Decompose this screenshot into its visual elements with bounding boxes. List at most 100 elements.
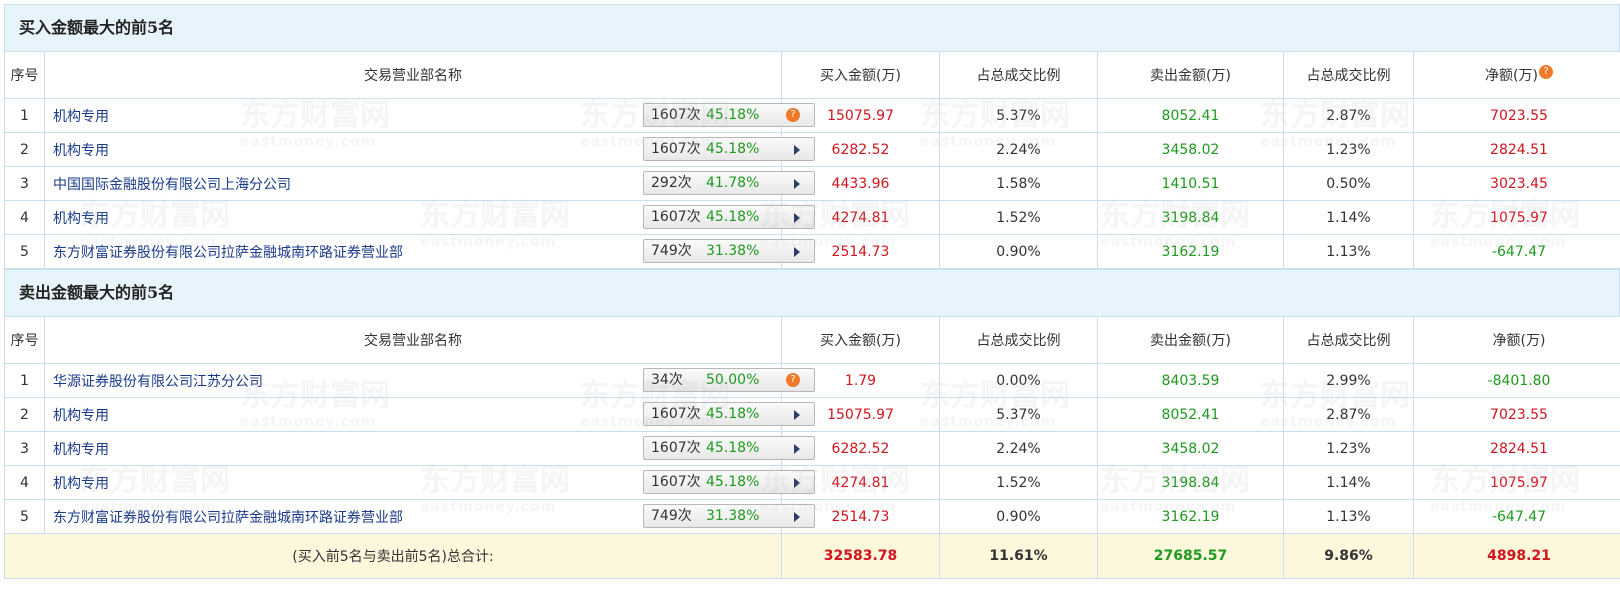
- branch-stats-button[interactable]: 1607次 45.18%: [643, 205, 815, 229]
- question-circle-icon[interactable]: ?: [786, 373, 800, 387]
- triangle-right-icon[interactable]: [794, 145, 800, 155]
- sell-ratio: 1.13%: [1283, 234, 1414, 269]
- col-buy-amount: 买入金额(万): [781, 51, 940, 99]
- buy-ratio: 0.00%: [939, 363, 1098, 398]
- branch-cell: 中国国际金融股份有限公司上海分公司 292次 41.78%: [44, 166, 815, 201]
- branch-stats-button[interactable]: 34次 50.00%?: [643, 368, 815, 392]
- triangle-right-icon[interactable]: [794, 213, 800, 223]
- win-rate: 31.38%: [706, 243, 760, 259]
- buy-ratio: 5.37%: [939, 98, 1098, 133]
- branch-stats-button[interactable]: 749次 31.38%: [643, 504, 815, 528]
- branch-stats-button[interactable]: 292次 41.78%: [643, 171, 815, 195]
- row-index: 4: [4, 200, 45, 235]
- sell-amount: 3458.02: [1097, 431, 1284, 466]
- branch-cell: 机构专用 1607次 45.18%?: [44, 98, 815, 133]
- branch-name-link[interactable]: 华源证券股份有限公司江苏分公司: [53, 371, 263, 391]
- buy-ratio: 0.90%: [939, 234, 1098, 269]
- branch-cell: 机构专用 1607次 45.18%: [44, 397, 815, 432]
- net-amount: 3023.45: [1413, 166, 1620, 201]
- win-rate: 31.38%: [706, 508, 760, 524]
- branch-cell: 机构专用 1607次 45.18%: [44, 465, 815, 500]
- col-buy-ratio: 占总成交比例: [939, 51, 1098, 99]
- total-net-amount: 4898.21: [1413, 533, 1620, 579]
- sell-section-title: 卖出金额最大的前5名: [4, 269, 1620, 316]
- appearance-count: 1607次: [651, 107, 701, 123]
- table-row: 5 东方财富证券股份有限公司拉萨金融城南环路证券营业部 749次 31.38% 2514…: [4, 234, 1620, 269]
- sell-ratio: 1.23%: [1283, 132, 1414, 167]
- buy-ratio: 1.58%: [939, 166, 1098, 201]
- total-sell-amount: 27685.57: [1097, 533, 1284, 579]
- sell-amount: 3162.19: [1097, 234, 1284, 269]
- branch-name-link[interactable]: 机构专用: [53, 473, 109, 493]
- col-sell-amount: 卖出金额(万): [1097, 316, 1284, 364]
- question-circle-icon[interactable]: ?: [1538, 65, 1553, 79]
- buy-table-header: 序号 交易营业部名称 买入金额(万) 占总成交比例 卖出金额(万) 占总成交比例…: [4, 51, 1620, 99]
- row-index: 2: [4, 132, 45, 167]
- triangle-right-icon[interactable]: [794, 478, 800, 488]
- branch-cell: 机构专用 1607次 45.18%: [44, 431, 815, 466]
- appearance-count: 749次: [651, 508, 692, 524]
- branch-cell: 东方财富证券股份有限公司拉萨金融城南环路证券营业部 749次 31.38%: [44, 499, 815, 534]
- sell-ratio: 1.14%: [1283, 200, 1414, 235]
- row-index: 1: [4, 98, 45, 133]
- branch-name-link[interactable]: 东方财富证券股份有限公司拉萨金融城南环路证券营业部: [53, 242, 403, 262]
- branch-stats-button[interactable]: 1607次 45.18%?: [643, 103, 815, 127]
- sell-ratio: 2.87%: [1283, 98, 1414, 133]
- col-buy-ratio: 占总成交比例: [939, 316, 1098, 364]
- sell-amount: 8052.41: [1097, 397, 1284, 432]
- net-amount: -647.47: [1413, 234, 1620, 269]
- col-net-amount: 净额(万)?: [1413, 51, 1620, 99]
- net-amount: 7023.55: [1413, 98, 1620, 133]
- branch-stats-button[interactable]: 1607次 45.18%: [643, 470, 815, 494]
- buy-ratio: 0.90%: [939, 499, 1098, 534]
- appearance-count: 1607次: [651, 474, 701, 490]
- branch-name-link[interactable]: 机构专用: [53, 439, 109, 459]
- branch-stats-button[interactable]: 1607次 45.18%: [643, 436, 815, 460]
- triangle-right-icon[interactable]: [794, 444, 800, 454]
- branch-cell: 机构专用 1607次 45.18%: [44, 132, 815, 167]
- branch-name-link[interactable]: 东方财富证券股份有限公司拉萨金融城南环路证券营业部: [53, 507, 403, 527]
- col-buy-amount: 买入金额(万): [781, 316, 940, 364]
- branch-stats-button[interactable]: 1607次 45.18%: [643, 402, 815, 426]
- col-branch-name: 交易营业部名称: [44, 316, 782, 364]
- sell-table-header: 序号 交易营业部名称 买入金额(万) 占总成交比例 卖出金额(万) 占总成交比例…: [4, 316, 1620, 364]
- win-rate: 45.18%: [706, 406, 760, 422]
- triangle-right-icon[interactable]: [794, 247, 800, 257]
- net-amount: 2824.51: [1413, 431, 1620, 466]
- branch-name-link[interactable]: 机构专用: [53, 140, 109, 160]
- branch-stats-button[interactable]: 749次 31.38%: [643, 239, 815, 263]
- win-rate: 45.18%: [706, 474, 760, 490]
- triangle-right-icon[interactable]: [794, 410, 800, 420]
- net-amount: 1075.97: [1413, 465, 1620, 500]
- appearance-count: 292次: [651, 175, 692, 191]
- table-row: 5 东方财富证券股份有限公司拉萨金融城南环路证券营业部 749次 31.38% 2514…: [4, 499, 1620, 534]
- branch-stats-button[interactable]: 1607次 45.18%: [643, 137, 815, 161]
- lhb-detail-panel: 买入金额最大的前5名 序号 交易营业部名称 买入金额(万) 占总成交比例 卖出金…: [4, 4, 1620, 579]
- total-label: (买入前5名与卖出前5名)总合计:: [4, 533, 782, 579]
- branch-name-link[interactable]: 机构专用: [53, 208, 109, 228]
- branch-name-link[interactable]: 中国国际金融股份有限公司上海分公司: [53, 174, 291, 194]
- col-index: 序号: [4, 316, 45, 364]
- triangle-right-icon[interactable]: [794, 179, 800, 189]
- buy-ratio: 1.52%: [939, 465, 1098, 500]
- sell-amount: 3198.84: [1097, 465, 1284, 500]
- win-rate: 45.18%: [706, 141, 760, 157]
- branch-name-link[interactable]: 机构专用: [53, 106, 109, 126]
- row-index: 4: [4, 465, 45, 500]
- question-circle-icon[interactable]: ?: [786, 108, 800, 122]
- branch-name-link[interactable]: 机构专用: [53, 405, 109, 425]
- table-row: 4 机构专用 1607次 45.18% 4274.81 1.52% 3198.84 1.14%…: [4, 465, 1620, 500]
- col-net-amount: 净额(万): [1413, 316, 1620, 364]
- sell-amount: 3198.84: [1097, 200, 1284, 235]
- triangle-right-icon[interactable]: [794, 512, 800, 522]
- buy-ratio: 2.24%: [939, 132, 1098, 167]
- row-index: 3: [4, 431, 45, 466]
- table-row: 1 华源证券股份有限公司江苏分公司 34次 50.00%? 1.79 0.00% 8403.…: [4, 363, 1620, 398]
- sell-ratio: 2.99%: [1283, 363, 1414, 398]
- net-amount: -647.47: [1413, 499, 1620, 534]
- total-buy-ratio: 11.61%: [939, 533, 1098, 579]
- appearance-count: 749次: [651, 243, 692, 259]
- sell-amount: 8403.59: [1097, 363, 1284, 398]
- col-sell-ratio: 占总成交比例: [1283, 51, 1414, 99]
- table-row: 2 机构专用 1607次 45.18% 15075.97 5.37% 8052.41 2.87…: [4, 397, 1620, 432]
